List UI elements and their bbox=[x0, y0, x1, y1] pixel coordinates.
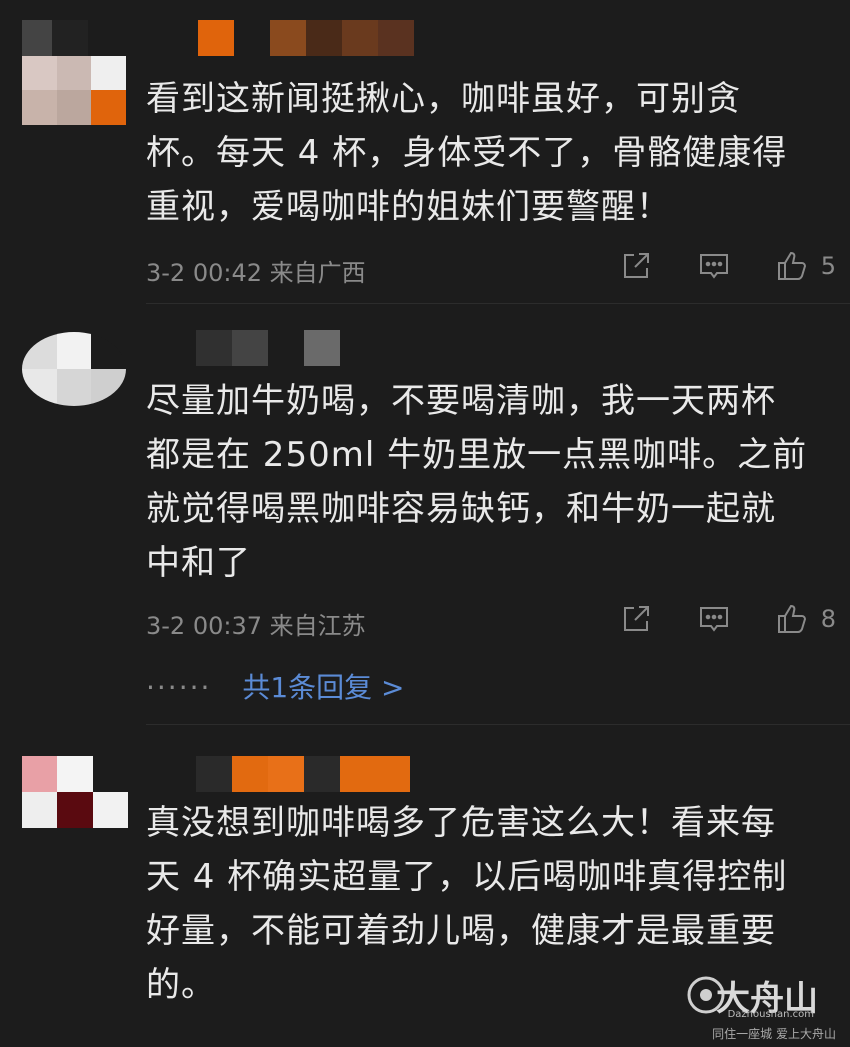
comment-actions: 5 bbox=[575, 249, 836, 283]
username-blurred[interactable] bbox=[196, 756, 410, 792]
avatar[interactable] bbox=[22, 756, 128, 828]
comment-text: 尽量加牛奶喝，不要喝清咖，我一天两杯 都是在 250ml 牛奶里放一点黑咖啡。之… bbox=[146, 381, 808, 583]
like-icon bbox=[777, 251, 806, 280]
divider bbox=[146, 303, 850, 304]
comment-icon bbox=[699, 254, 728, 279]
username-blurred[interactable] bbox=[22, 20, 414, 56]
like-count: 8 bbox=[820, 605, 836, 633]
divider bbox=[146, 724, 850, 725]
avatar[interactable] bbox=[22, 332, 126, 406]
comment-meta: 3-2 00:42 来自广西 bbox=[146, 253, 366, 288]
reply-button[interactable] bbox=[697, 249, 731, 283]
comment-location: 来自江苏 bbox=[269, 612, 366, 640]
comment-icon bbox=[699, 607, 728, 632]
view-replies-link[interactable]: 共1条回复 > bbox=[242, 671, 404, 704]
share-button[interactable] bbox=[619, 602, 653, 636]
like-count: 5 bbox=[820, 252, 836, 280]
watermark-slogan: 同住一座城 爱上大舟山 bbox=[712, 1027, 836, 1041]
avatar[interactable] bbox=[22, 55, 126, 125]
like-button[interactable]: 5 bbox=[775, 249, 836, 283]
share-button[interactable] bbox=[619, 249, 653, 283]
comment-text: 看到这新闻挺揪心，咖啡虽好，可别贪 杯。每天 4 杯，身体受不了，骨骼健康得 重… bbox=[146, 79, 788, 227]
watermark: 大舟山 Dazhoushan.com 同住一座城 爱上大舟山 bbox=[686, 971, 836, 1041]
comment-actions: 8 bbox=[575, 602, 836, 636]
like-button[interactable]: 8 bbox=[775, 602, 836, 636]
watermark-subtitle: Dazhoushan.com bbox=[727, 1009, 814, 1020]
reply-row: ······ 共1条回复 > bbox=[146, 666, 405, 706]
reply-button[interactable] bbox=[697, 602, 731, 636]
like-icon bbox=[777, 604, 806, 633]
username-blurred[interactable] bbox=[150, 330, 340, 366]
comment-meta: 3-2 00:37 来自江苏 bbox=[146, 606, 366, 641]
comment-location: 来自广西 bbox=[269, 259, 366, 287]
reply-dots: ······ bbox=[146, 671, 212, 704]
comment-time: 3-2 00:37 bbox=[146, 612, 262, 640]
comment-time: 3-2 00:42 bbox=[146, 259, 262, 287]
share-icon bbox=[623, 253, 649, 278]
share-icon bbox=[623, 606, 649, 631]
